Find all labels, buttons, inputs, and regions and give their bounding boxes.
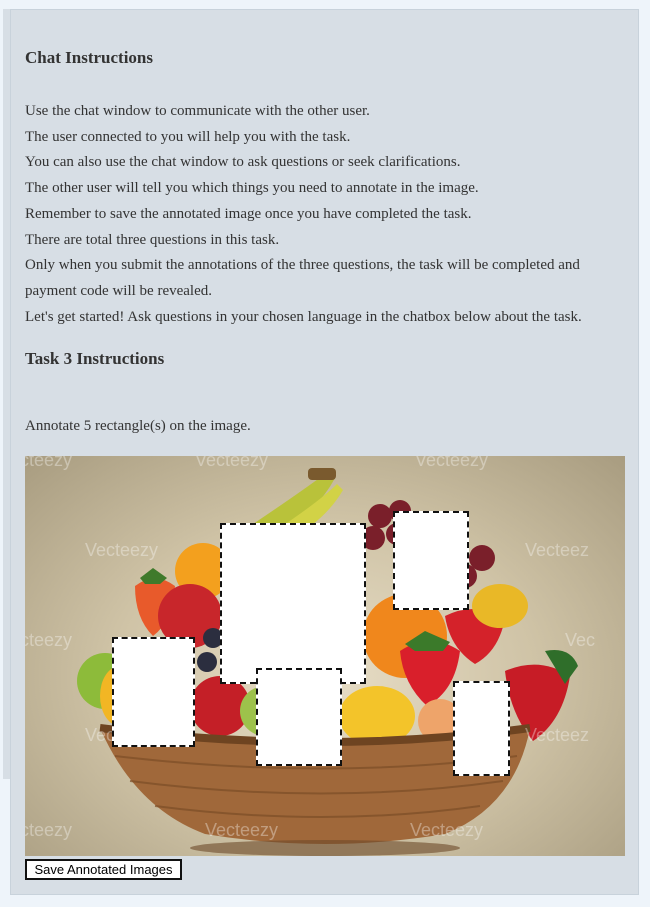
instruction-line: You can also use the chat window to ask …	[25, 154, 461, 171]
annotation-canvas[interactable]: cteezy Vecteezy Vecteezy Vecteezy Vectee…	[25, 456, 625, 856]
panel-right-gutter	[642, 9, 647, 895]
instruction-line: There are total three questions in this …	[25, 231, 280, 248]
svg-text:Vec: Vec	[565, 630, 595, 650]
instruction-line: Remember to save the annotated image onc…	[25, 205, 472, 222]
svg-text:Vecteezy: Vecteezy	[85, 540, 158, 560]
svg-text:Vecteezy: Vecteezy	[410, 820, 483, 840]
svg-text:Vecteezy: Vecteezy	[195, 456, 268, 470]
instruction-line: Only when you submit the annotations of …	[25, 257, 580, 299]
annotation-rectangle[interactable]	[453, 681, 510, 776]
instruction-line: Use the chat window to communicate with …	[25, 103, 370, 119]
task-instructions-title: Task 3 Instructions	[25, 349, 165, 368]
svg-text:cteezy: cteezy	[25, 820, 72, 840]
instruction-line: The other user will tell you which thing…	[25, 180, 479, 197]
annotation-rectangle[interactable]	[256, 668, 342, 766]
panel-left-strip	[3, 9, 10, 779]
svg-text:Vecteez: Vecteez	[525, 540, 589, 560]
chat-instructions-title: Chat Instructions	[25, 48, 153, 67]
svg-text:Vecteezy: Vecteezy	[415, 456, 488, 470]
annotation-rectangle[interactable]	[220, 523, 366, 684]
annotation-rectangle[interactable]	[112, 637, 195, 747]
instruction-line: The user connected to you will help you …	[25, 128, 351, 145]
task-instruction-text: Annotate 5 rectangle(s) on the image.	[25, 418, 251, 434]
svg-text:Vecteez: Vecteez	[525, 725, 589, 745]
svg-text:cteezy: cteezy	[25, 630, 72, 650]
instruction-line: Let's get started! Ask questions in your…	[25, 308, 582, 325]
save-annotated-images-button[interactable]: Save Annotated Images	[25, 859, 182, 880]
svg-text:Vecteezy: Vecteezy	[205, 820, 278, 840]
svg-text:cteezy: cteezy	[25, 456, 72, 470]
annotation-rectangle[interactable]	[393, 511, 469, 610]
chat-instructions-list: Use the chat window to communicate with …	[25, 99, 630, 330]
